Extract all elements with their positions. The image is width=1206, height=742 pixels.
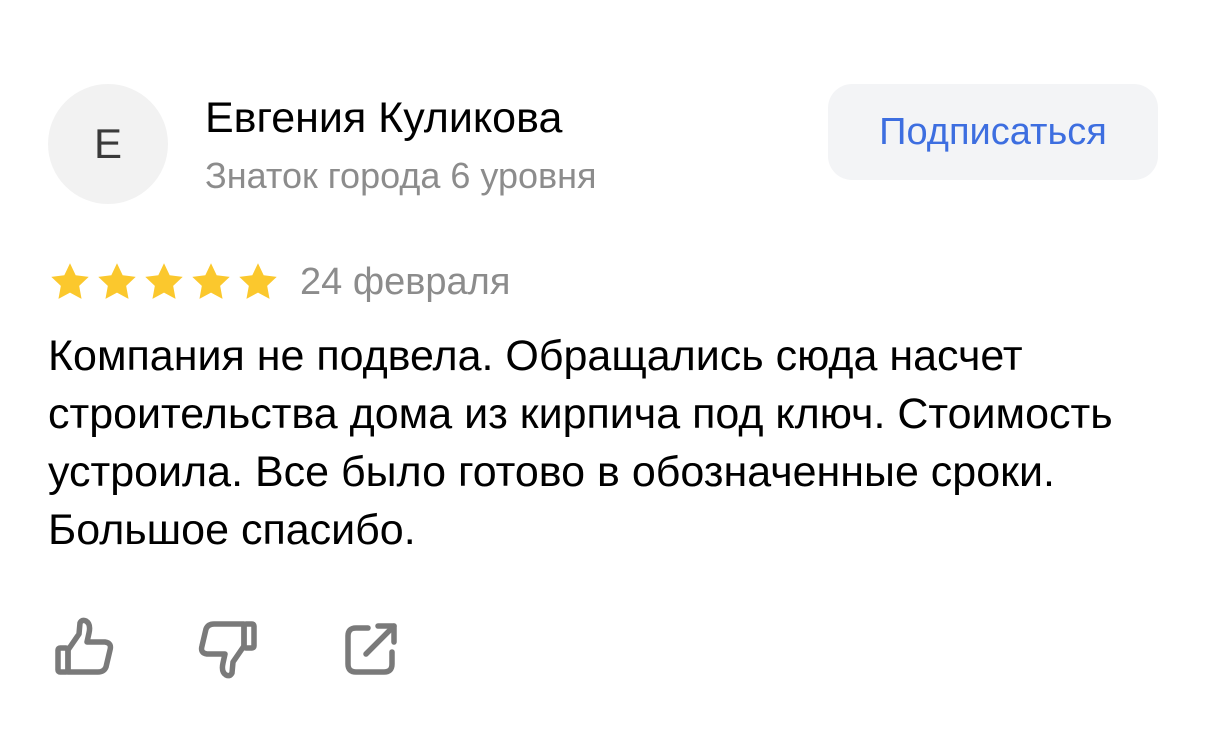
review-date: 24 февраля [300, 260, 511, 303]
star-rating [48, 260, 280, 304]
avatar[interactable]: Е [48, 84, 168, 204]
star-icon [239, 263, 277, 299]
subscribe-button[interactable]: Подписаться [828, 84, 1158, 180]
author-level: Знаток города 6 уровня [205, 155, 597, 196]
review-actions [52, 616, 404, 680]
thumbs-up-icon [55, 617, 114, 675]
avatar-initial: Е [93, 120, 122, 167]
share-icon [345, 623, 397, 675]
star-icon [98, 263, 136, 299]
star-icon [51, 263, 89, 299]
share-button[interactable] [340, 616, 404, 680]
thumbs-down-icon [198, 621, 257, 679]
review-text: Компания не подвела. Обращались сюда нас… [48, 332, 1113, 554]
author-name[interactable]: Евгения Куликова [205, 94, 562, 143]
like-button[interactable] [52, 616, 116, 680]
rating-row: 24 февраля [48, 260, 510, 304]
star-icon [145, 263, 183, 299]
star-icon [192, 263, 230, 299]
dislike-button[interactable] [196, 616, 260, 680]
